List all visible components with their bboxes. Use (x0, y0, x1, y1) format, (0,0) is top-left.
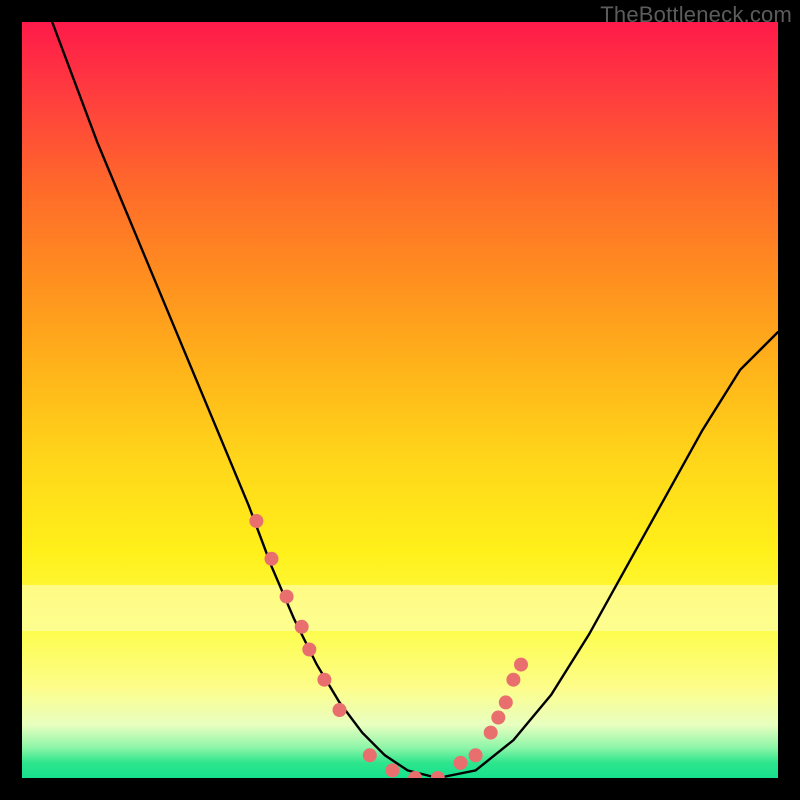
marker-dot (514, 658, 528, 672)
marker-dot (280, 590, 294, 604)
marker-dot (469, 748, 483, 762)
marker-dot (506, 673, 520, 687)
curve-layer (22, 22, 778, 778)
marker-dot (265, 552, 279, 566)
marker-dot (431, 771, 445, 778)
marker-dot (454, 756, 468, 770)
bottleneck-curve (52, 22, 778, 778)
marker-dot (491, 711, 505, 725)
marker-dot (385, 763, 399, 777)
chart-frame: TheBottleneck.com (0, 0, 800, 800)
marker-dot (295, 620, 309, 634)
marker-dot (333, 703, 347, 717)
marker-dot (484, 726, 498, 740)
watermark-text: TheBottleneck.com (600, 2, 792, 28)
highlight-markers (249, 514, 528, 778)
marker-dot (499, 695, 513, 709)
marker-dot (363, 748, 377, 762)
marker-dot (302, 643, 316, 657)
marker-dot (317, 673, 331, 687)
marker-dot (249, 514, 263, 528)
plot-area (22, 22, 778, 778)
